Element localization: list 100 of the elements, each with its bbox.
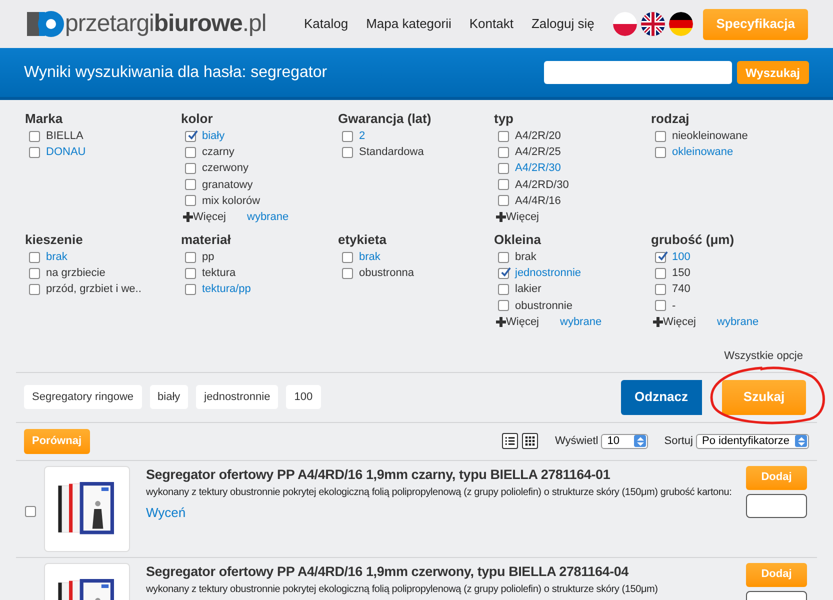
- filter-option[interactable]: tektura/pp: [202, 282, 251, 296]
- filter-option[interactable]: granatowy: [202, 178, 253, 192]
- checkbox[interactable]: [655, 300, 666, 312]
- checkbox[interactable]: [185, 195, 196, 206]
- checkbox[interactable]: [185, 268, 196, 279]
- filter-option[interactable]: czarny: [202, 145, 234, 160]
- filter-option[interactable]: brak: [359, 250, 380, 264]
- filter-option[interactable]: biały: [202, 129, 225, 144]
- checkbox[interactable]: [185, 179, 196, 190]
- filter-tag[interactable]: jednostronnie: [196, 385, 278, 409]
- checkbox[interactable]: [655, 268, 666, 279]
- checkbox[interactable]: [498, 130, 509, 142]
- checkbox[interactable]: [655, 284, 666, 295]
- more-link[interactable]: Więcej: [193, 208, 226, 226]
- checkbox[interactable]: [342, 268, 353, 279]
- filter-option[interactable]: nieokleinowane: [672, 129, 748, 144]
- product-title[interactable]: Segregator ofertowy PP A4/4RD/16 1,9mm czerwony, typu BIELLA 2781164-04: [146, 562, 726, 580]
- filter-option[interactable]: pp: [202, 250, 214, 264]
- search-field[interactable]: [544, 61, 732, 84]
- filter-option[interactable]: A4/4R/16: [515, 194, 561, 208]
- chosen-link[interactable]: wybrane: [560, 314, 602, 330]
- filter-option[interactable]: brak: [46, 250, 68, 264]
- nav-link[interactable]: Katalog: [304, 14, 348, 34]
- filter-option[interactable]: 150: [672, 266, 690, 280]
- checkbox[interactable]: [498, 252, 509, 263]
- filter-option[interactable]: tektura: [202, 266, 236, 280]
- filter-option[interactable]: A4/2R/20: [515, 129, 561, 144]
- per-page-select[interactable]: 10: [601, 434, 648, 448]
- checkbox[interactable]: [24, 506, 36, 516]
- filter-option[interactable]: A4/2R/25: [515, 145, 561, 160]
- filter-tag[interactable]: Segregatory ringowe: [24, 385, 142, 409]
- sort-select[interactable]: Po identyfikatorze: [696, 434, 809, 448]
- nav-link[interactable]: Zaloguj się: [531, 14, 594, 34]
- checkbox[interactable]: [29, 130, 40, 142]
- filter-option[interactable]: -: [672, 298, 676, 313]
- flag-icon[interactable]: [669, 12, 694, 36]
- quantity-field[interactable]: [746, 494, 807, 518]
- more-link[interactable]: Więcej: [506, 314, 540, 330]
- filter-option[interactable]: obustronnie: [515, 298, 572, 313]
- checkbox[interactable]: [29, 146, 40, 158]
- checkbox[interactable]: [29, 284, 40, 295]
- filter-option[interactable]: obustronna: [359, 266, 414, 280]
- product-description: wykonany z tektury obustronnie pokrytej ekologiczną folią polipropylenową (z grupy poliolefin) o strukturze skóry (150μm) grubość kartonu:: [146, 486, 733, 498]
- filter-option[interactable]: lakier: [515, 282, 542, 296]
- filter-option[interactable]: brak: [515, 250, 536, 264]
- chosen-link[interactable]: wybrane: [717, 314, 759, 330]
- filter-option[interactable]: 100: [672, 250, 690, 264]
- checkbox[interactable]: [185, 130, 196, 142]
- checkbox[interactable]: [498, 284, 509, 295]
- filter-option[interactable]: okleinowane: [672, 145, 734, 160]
- checkbox[interactable]: [185, 284, 196, 295]
- checkbox[interactable]: [29, 252, 40, 263]
- nav-link[interactable]: Kontakt: [469, 14, 514, 34]
- product-title[interactable]: Segregator ofertowy PP A4/4RD/16 1,9mm czarny, typu BIELLA 2781164-01: [146, 466, 726, 484]
- filter-option[interactable]: mix kolorów: [202, 194, 260, 208]
- filter-option[interactable]: czerwony: [202, 161, 248, 176]
- checkbox[interactable]: [655, 130, 666, 142]
- filter-option[interactable]: przód, grzbiet i we..: [46, 282, 142, 296]
- more-link[interactable]: Więcej: [663, 314, 696, 330]
- checkbox[interactable]: [185, 162, 196, 174]
- checkbox[interactable]: [498, 162, 509, 174]
- filter-option[interactable]: A4/2R/30: [515, 161, 561, 176]
- nav-link[interactable]: Mapa kategorii: [366, 14, 452, 34]
- checkbox[interactable]: [498, 300, 509, 312]
- clear-button[interactable]: Odznacz: [620, 380, 702, 414]
- checkbox[interactable]: [185, 146, 196, 158]
- checkbox[interactable]: [342, 130, 353, 142]
- grid-view-icon[interactable]: [522, 433, 538, 449]
- product-description: wykonany z tektury obustronnie pokrytej ekologiczną folią polipropylenową (z grupy poliolefin) o strukturze skóry (150μm): [146, 584, 659, 594]
- filter-option[interactable]: A4/2RD/30: [515, 178, 569, 192]
- checkbox[interactable]: [29, 268, 40, 279]
- filter-option[interactable]: na grzbiecie: [46, 266, 106, 280]
- sort-label: Sortuj: [664, 434, 693, 449]
- list-view-icon[interactable]: [502, 433, 518, 449]
- checkbox[interactable]: [498, 268, 509, 279]
- filter-option[interactable]: Standardowa: [359, 145, 424, 160]
- filter-option[interactable]: 2: [359, 129, 366, 144]
- flag-icon[interactable]: [641, 12, 666, 36]
- filter-heading: Okleina: [494, 231, 542, 248]
- quote-link[interactable]: Wyceń: [146, 502, 186, 522]
- filter-option[interactable]: DONAU: [46, 145, 86, 160]
- checkbox[interactable]: [342, 252, 353, 263]
- checkbox[interactable]: [185, 252, 196, 263]
- chosen-link[interactable]: wybrane: [247, 208, 289, 226]
- stepper-icon: [636, 436, 644, 446]
- checkbox[interactable]: [655, 146, 666, 158]
- filter-option[interactable]: 740: [672, 282, 690, 296]
- filter-option[interactable]: jednostronnie: [515, 266, 582, 280]
- checkbox[interactable]: [498, 179, 509, 190]
- checkbox[interactable]: [342, 146, 353, 158]
- logo-text[interactable]: przetargibiurowe.pl: [65, 12, 266, 36]
- checkbox[interactable]: [655, 252, 666, 263]
- more-link[interactable]: Więcej: [506, 208, 540, 226]
- filter-tag[interactable]: 100: [286, 385, 321, 409]
- filter-option[interactable]: BIELLA: [46, 129, 84, 144]
- filter-tag[interactable]: biały: [150, 385, 188, 409]
- all-options-link[interactable]: Wszystkie opcje: [724, 348, 803, 364]
- product-thumbnail[interactable]: [44, 466, 130, 552]
- checkbox[interactable]: [498, 146, 509, 158]
- checkbox[interactable]: [498, 195, 509, 206]
